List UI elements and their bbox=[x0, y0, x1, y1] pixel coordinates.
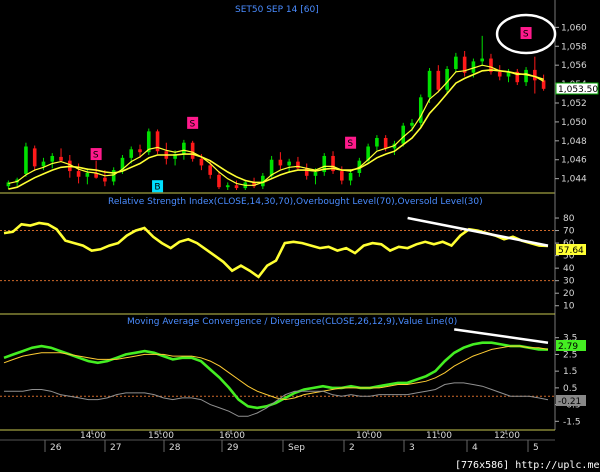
price-ytick-label: 1,046 bbox=[561, 156, 587, 166]
svg-text:1,053.50: 1,053.50 bbox=[558, 85, 598, 95]
signal-label: S bbox=[93, 151, 99, 161]
date-label: 29 bbox=[227, 443, 239, 453]
candle-body bbox=[269, 159, 274, 176]
candle-body bbox=[24, 146, 28, 174]
candle-body bbox=[129, 149, 134, 158]
date-label: 4 bbox=[472, 443, 478, 453]
signal-label: S bbox=[189, 119, 195, 129]
date-label: 26 bbox=[50, 443, 62, 453]
candle-body bbox=[340, 171, 344, 181]
ytick-label: 1.5 bbox=[563, 367, 577, 377]
candle-body bbox=[348, 172, 353, 181]
candle-body bbox=[41, 161, 46, 167]
candle-body bbox=[313, 172, 318, 176]
candle-body bbox=[427, 70, 432, 98]
candle-body bbox=[138, 149, 142, 153]
rsi-last-label: 57.64 bbox=[556, 244, 586, 256]
price-ytick-label: 1,056 bbox=[561, 61, 587, 71]
ytick-label: 10 bbox=[563, 302, 575, 312]
candle-body bbox=[410, 122, 414, 126]
candle-body bbox=[436, 70, 441, 90]
candle-body bbox=[497, 71, 502, 77]
candle-body bbox=[111, 170, 116, 182]
date-label: Sep bbox=[288, 443, 305, 453]
candle-body bbox=[234, 185, 239, 189]
price-chart-title: SET50 SEP 14 [60] bbox=[235, 5, 319, 15]
candle-body bbox=[445, 68, 449, 90]
candle-body bbox=[76, 171, 81, 177]
svg-text:2.79: 2.79 bbox=[558, 342, 578, 352]
svg-text:[776x586] http://uplc.me/: [776x586] http://uplc.me/ bbox=[455, 460, 600, 471]
candle-body bbox=[225, 185, 230, 188]
price-ytick-label: 1,050 bbox=[561, 118, 587, 128]
ytick-label: -1.5 bbox=[563, 417, 581, 427]
svg-text:57.64: 57.64 bbox=[558, 246, 584, 256]
macd-chart-title: Moving Average Convergence / Divergence(… bbox=[127, 317, 457, 327]
candle-body bbox=[541, 80, 546, 89]
price-ytick-label: 1,058 bbox=[561, 42, 587, 52]
candle-body bbox=[524, 69, 528, 83]
candle-body bbox=[375, 137, 379, 147]
candle-body bbox=[278, 159, 283, 166]
candle-body bbox=[533, 69, 537, 81]
ytick-label: 20 bbox=[563, 289, 575, 299]
candle-body bbox=[59, 156, 63, 161]
candle-body bbox=[480, 58, 484, 62]
candle-body bbox=[32, 148, 37, 167]
signal-label: S bbox=[347, 139, 353, 149]
date-label: 5 bbox=[533, 443, 539, 453]
candle-body bbox=[208, 165, 212, 175]
ytick-label: 80 bbox=[563, 214, 575, 224]
ytick-label: 0.5 bbox=[563, 384, 577, 394]
date-label: 27 bbox=[110, 443, 121, 453]
price-ytick-label: 1,048 bbox=[561, 137, 587, 147]
candle-body bbox=[287, 161, 291, 166]
candle-body bbox=[401, 125, 406, 144]
candle-body bbox=[85, 172, 90, 177]
date-label: 3 bbox=[409, 443, 415, 453]
svg-text:-0.21: -0.21 bbox=[558, 397, 581, 407]
price-last-label: 1,053.50 bbox=[555, 82, 599, 95]
ytick-label: 70 bbox=[563, 227, 575, 237]
candle-body bbox=[199, 158, 204, 166]
candle-body bbox=[383, 137, 388, 149]
stock-chart: SET50 SEP 14 [60] 1,0601,0581,0561,0541,… bbox=[0, 0, 600, 472]
candle-body bbox=[217, 174, 221, 188]
date-label: 2 bbox=[349, 443, 355, 453]
candle-body bbox=[454, 56, 458, 69]
rsi-chart-title: Relative Strength Index(CLOSE,14,30,70),… bbox=[108, 197, 483, 207]
price-ytick-label: 1,060 bbox=[561, 23, 587, 33]
candle-body bbox=[50, 155, 55, 162]
candle-body bbox=[190, 142, 195, 159]
candle-body bbox=[103, 177, 107, 182]
ytick-label: 30 bbox=[563, 277, 575, 287]
date-label: 28 bbox=[169, 443, 181, 453]
ytick-label: 40 bbox=[563, 264, 575, 274]
signal-label: B bbox=[154, 183, 160, 193]
signal-label: S bbox=[523, 30, 529, 40]
candle-body bbox=[182, 142, 186, 155]
price-ytick-label: 1,052 bbox=[561, 99, 587, 109]
price-ytick-label: 1,044 bbox=[561, 175, 587, 185]
watermark: [776x586] http://uplc.me/ bbox=[452, 455, 600, 472]
